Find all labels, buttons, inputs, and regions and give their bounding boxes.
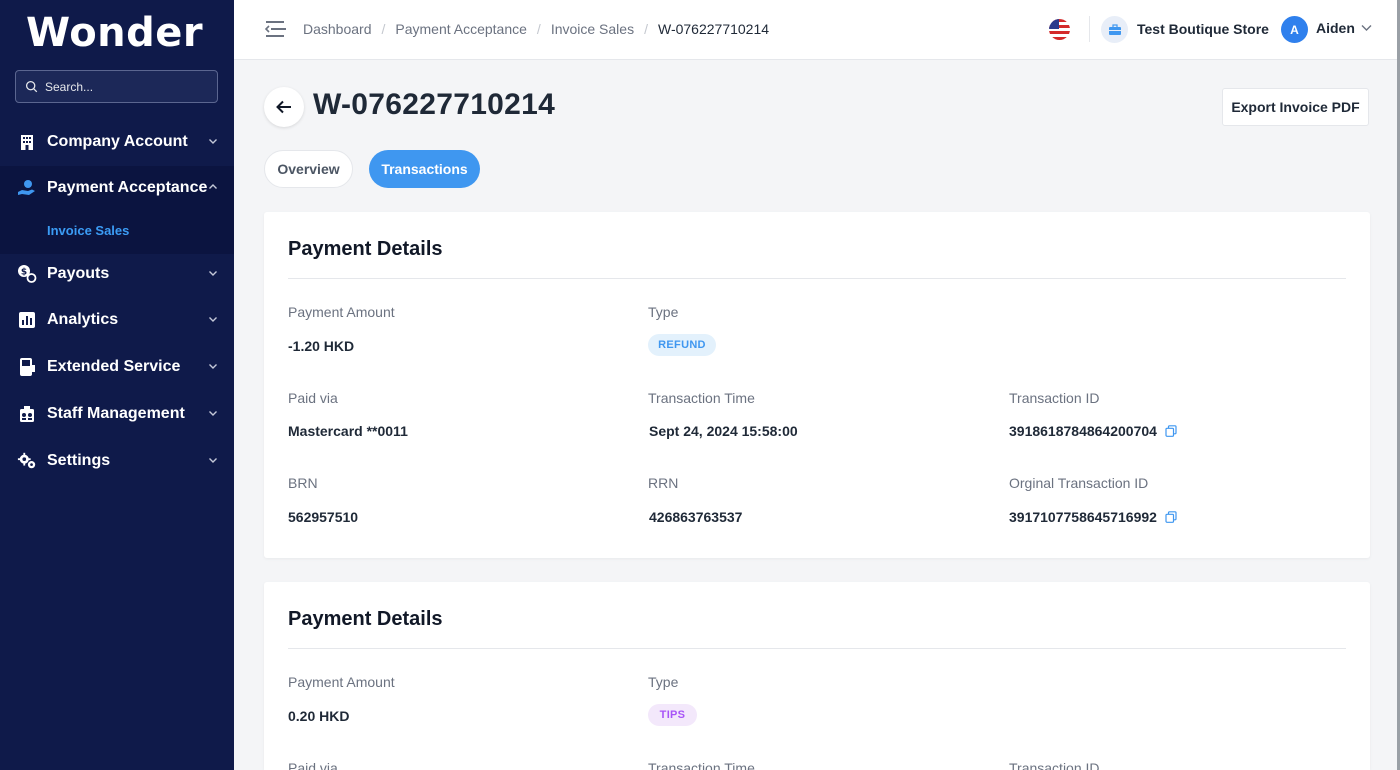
terminal-icon xyxy=(17,357,37,377)
sidebar-item-label: Payouts xyxy=(47,265,110,282)
copy-icon[interactable] xyxy=(1165,425,1177,437)
type-label: Type xyxy=(648,304,679,320)
payment-amount-value: 0.20 HKD xyxy=(288,708,350,724)
copy-icon[interactable] xyxy=(1165,511,1177,523)
rrn-label: RRN xyxy=(648,475,679,491)
original-transaction-id-value: 3917107758645716992 xyxy=(1009,509,1157,525)
chevron-up-icon xyxy=(209,184,217,189)
transaction-id: 3918618784864200704 xyxy=(1009,423,1177,439)
chevron-down-icon xyxy=(209,411,217,416)
original-transaction-id-label: Orginal Transaction ID xyxy=(1009,475,1149,491)
payment-amount-value: -1.20 HKD xyxy=(288,338,355,354)
paid-via-label: Paid via xyxy=(288,760,338,770)
sidebar-item-label: Payment Acceptance xyxy=(47,179,208,196)
sidebar-item-label: Staff Management xyxy=(47,405,185,422)
logo: Wonder xyxy=(26,10,204,56)
sidebar-subitem-invoice-sales[interactable]: Invoice Sales xyxy=(47,223,129,238)
status-badge: REFUND xyxy=(648,334,716,356)
sidebar-item-label: Company Account xyxy=(47,133,188,150)
page-title: W-076227710214 xyxy=(313,88,556,121)
back-button[interactable] xyxy=(264,87,304,127)
chart-icon xyxy=(17,310,37,330)
card-divider xyxy=(288,648,1346,649)
building-icon xyxy=(17,132,37,152)
brn-label: BRN xyxy=(288,475,318,491)
sidebar-item-label: Extended Service xyxy=(47,358,181,375)
us-flag-icon[interactable] xyxy=(1049,19,1070,40)
chevron-down-icon xyxy=(209,364,217,369)
tab-transactions[interactable]: Transactions xyxy=(369,150,480,188)
gears-icon xyxy=(17,451,37,471)
transaction-id-label: Transaction ID xyxy=(1009,760,1100,770)
sidebar-item-extended-service[interactable]: Extended Service xyxy=(0,347,234,387)
payment-details-card: Payment Details Payment Amount -1.20 HKD… xyxy=(264,212,1370,558)
chevron-down-icon[interactable] xyxy=(1361,24,1372,32)
avatar[interactable]: A xyxy=(1281,16,1308,43)
sidebar-item-company-account[interactable]: Company Account xyxy=(0,122,234,162)
top-header: Dashboard / Payment Acceptance / Invoice… xyxy=(234,0,1400,60)
card-divider xyxy=(288,278,1346,279)
brn-value: 562957510 xyxy=(288,509,359,525)
status-badge: TIPS xyxy=(648,704,697,726)
chevron-down-icon xyxy=(209,458,217,463)
paid-via-value: Mastercard **0011 xyxy=(288,423,408,439)
transaction-time-label: Transaction Time xyxy=(648,390,755,406)
payment-amount-label: Payment Amount xyxy=(288,674,395,690)
payment-amount-label: Payment Amount xyxy=(288,304,395,320)
sidebar-item-label: Analytics xyxy=(47,311,119,328)
menu-collapse-icon[interactable] xyxy=(265,19,287,39)
rrn-value: 426863763537 xyxy=(649,509,743,525)
original-transaction-id: 3917107758645716992 xyxy=(1009,509,1177,525)
paid-via-label: Paid via xyxy=(288,390,338,406)
transaction-id-label: Transaction ID xyxy=(1009,390,1100,406)
breadcrumb-separator: / xyxy=(644,21,648,37)
sidebar-item-settings[interactable]: Settings xyxy=(0,441,234,481)
breadcrumb-dashboard[interactable]: Dashboard xyxy=(303,21,372,37)
store-name[interactable]: Test Boutique Store xyxy=(1137,21,1269,37)
transaction-id-value: 3918618784864200704 xyxy=(1009,423,1157,439)
chevron-down-icon xyxy=(209,139,217,144)
payment-details-card: Payment Details Payment Amount 0.20 HKD … xyxy=(264,582,1370,770)
breadcrumb-payment-acceptance[interactable]: Payment Acceptance xyxy=(395,21,527,37)
search-box[interactable] xyxy=(15,70,218,103)
type-label: Type xyxy=(648,674,679,690)
breadcrumb-invoice-sales[interactable]: Invoice Sales xyxy=(551,21,634,37)
export-invoice-pdf-button[interactable]: Export Invoice PDF xyxy=(1222,88,1369,126)
tab-overview[interactable]: Overview xyxy=(264,150,353,188)
sidebar: Wonder Company Account Payment Acceptanc… xyxy=(0,0,234,770)
card-title: Payment Details xyxy=(288,238,443,260)
sidebar-item-staff-management[interactable]: Staff Management xyxy=(0,394,234,434)
sidebar-item-analytics[interactable]: Analytics xyxy=(0,300,234,340)
breadcrumb-current: W-076227710214 xyxy=(657,21,770,37)
card-title: Payment Details xyxy=(288,608,443,630)
breadcrumb: Dashboard / Payment Acceptance / Invoice… xyxy=(303,21,769,37)
sidebar-item-payment-acceptance[interactable]: Payment Acceptance xyxy=(0,168,234,208)
search-input[interactable] xyxy=(45,79,205,94)
chevron-down-icon xyxy=(209,271,217,276)
hand-coin-icon xyxy=(17,178,37,198)
store-icon[interactable] xyxy=(1101,16,1128,43)
transaction-time-value: Sept 24, 2024 15:58:00 xyxy=(649,423,798,439)
staff-icon xyxy=(17,404,37,424)
breadcrumb-separator: / xyxy=(536,21,541,37)
sidebar-item-payouts[interactable]: $ Payouts xyxy=(0,254,234,294)
breadcrumb-separator: / xyxy=(381,21,386,37)
sidebar-item-label: Settings xyxy=(47,452,111,469)
payouts-icon: $ xyxy=(17,264,37,284)
arrow-left-icon xyxy=(276,100,291,114)
user-name[interactable]: Aiden xyxy=(1316,20,1355,36)
svg-text:$: $ xyxy=(21,268,27,278)
header-divider xyxy=(1089,16,1090,42)
search-icon xyxy=(25,80,38,93)
chevron-down-icon xyxy=(209,317,217,322)
transaction-time-label: Transaction Time xyxy=(648,760,755,770)
